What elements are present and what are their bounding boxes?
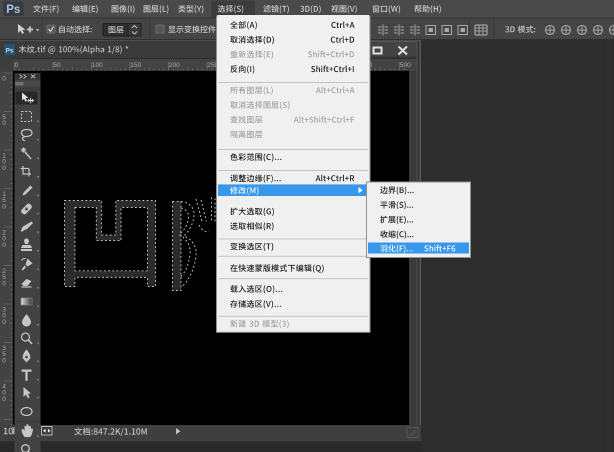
svg-text:0: 0 [2,120,6,127]
svg-text:0: 0 [2,319,6,326]
svg-text:0: 0 [2,280,6,287]
svg-text:200: 200 [169,62,180,69]
svg-text:0: 0 [2,165,6,172]
svg-text:Ps: Ps [6,48,14,55]
svg-text:100: 100 [92,62,103,69]
svg-text:0: 0 [2,203,6,210]
svg-text:500: 500 [400,62,411,69]
svg-text:50: 50 [53,62,61,69]
svg-text:0: 0 [2,76,6,83]
svg-text:0: 0 [2,357,6,364]
svg-text:0: 0 [2,242,6,249]
svg-text:0: 0 [2,396,6,403]
svg-text:150: 150 [130,62,141,69]
svg-text:Ps: Ps [6,4,20,16]
svg-text:0: 0 [15,62,19,69]
